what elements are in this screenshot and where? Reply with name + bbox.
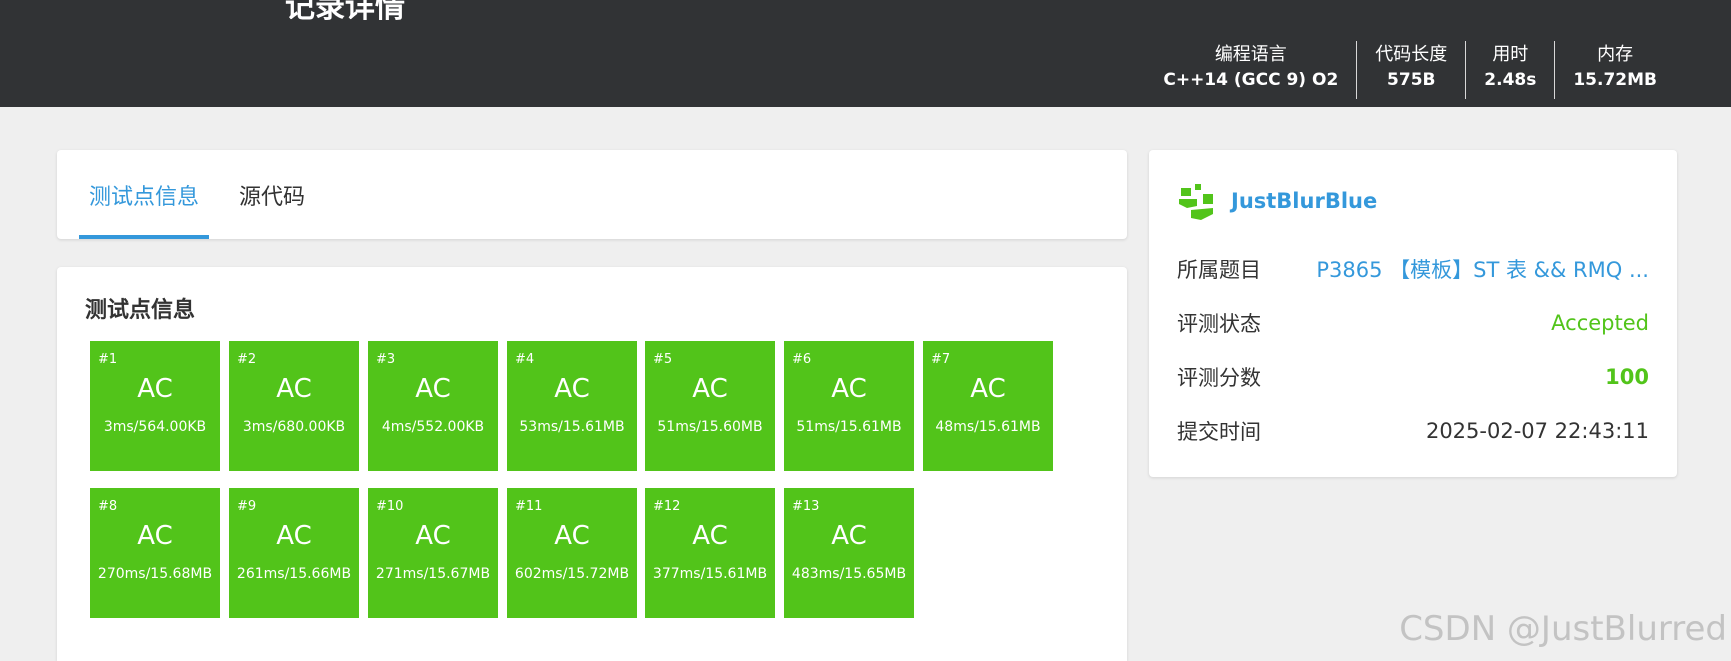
testcase-number: #1 bbox=[98, 352, 118, 367]
testcase-status: AC bbox=[692, 374, 728, 404]
testcase-status: AC bbox=[276, 374, 312, 404]
page-title: 记录详情 bbox=[285, 0, 405, 25]
info-label: 提交时间 bbox=[1177, 420, 1261, 444]
user-avatar-logo-icon[interactable] bbox=[1177, 180, 1219, 222]
testcase-time-memory: 377ms/15.61MB bbox=[652, 566, 768, 582]
testcases-card: 测试点信息 #1 AC 3ms/564.00KB #2 AC 3ms/680.0… bbox=[57, 267, 1127, 661]
testcase-time-memory: 261ms/15.66MB bbox=[236, 566, 352, 582]
info-label: 评测状态 bbox=[1177, 312, 1261, 336]
stat-language: 编程语言 C++14 (GCC 9) O2 bbox=[1145, 41, 1356, 99]
stat-label: 用时 bbox=[1492, 44, 1529, 65]
testcase-11[interactable]: #11 AC 602ms/15.72MB bbox=[507, 488, 637, 618]
stat-value: C++14 (GCC 9) O2 bbox=[1163, 70, 1339, 90]
watermark: CSDN @JustBlurred bbox=[1399, 609, 1727, 649]
testcase-status: AC bbox=[970, 374, 1006, 404]
testcase-number: #3 bbox=[376, 352, 396, 367]
stat-time: 用时 2.48s bbox=[1465, 41, 1554, 99]
record-info-card: JustBlurBlue 所属题目 P3865 【模板】ST 表 && RMQ … bbox=[1149, 150, 1677, 477]
testcase-status: AC bbox=[276, 521, 312, 551]
testcase-number: #2 bbox=[237, 352, 257, 367]
testcase-status: AC bbox=[692, 521, 728, 551]
testcase-6[interactable]: #6 AC 51ms/15.61MB bbox=[784, 341, 914, 471]
testcase-status: AC bbox=[831, 374, 867, 404]
testcase-number: #6 bbox=[792, 352, 812, 367]
record-stats: 编程语言 C++14 (GCC 9) O2 代码长度 575B 用时 2.48s… bbox=[1145, 41, 1675, 99]
testcase-13[interactable]: #13 AC 483ms/15.65MB bbox=[784, 488, 914, 618]
testcase-8[interactable]: #8 AC 270ms/15.68MB bbox=[90, 488, 220, 618]
info-row-submit-time: 提交时间 2025-02-07 22:43:11 bbox=[1177, 416, 1649, 446]
testcase-12[interactable]: #12 AC 377ms/15.61MB bbox=[645, 488, 775, 618]
tabs-card: 测试点信息 源代码 bbox=[57, 150, 1127, 239]
info-row-status: 评测状态 Accepted bbox=[1177, 308, 1649, 338]
testcase-number: #11 bbox=[515, 499, 543, 514]
status-value: Accepted bbox=[1551, 311, 1649, 335]
testcase-status: AC bbox=[415, 521, 451, 551]
testcase-7[interactable]: #7 AC 48ms/15.61MB bbox=[923, 341, 1053, 471]
testcase-time-memory: 271ms/15.67MB bbox=[375, 566, 491, 582]
testcase-status: AC bbox=[554, 521, 590, 551]
score-value: 100 bbox=[1605, 365, 1649, 389]
testcase-status: AC bbox=[137, 521, 173, 551]
stat-value: 2.48s bbox=[1484, 70, 1537, 90]
problem-link[interactable]: P3865 【模板】ST 表 && RMQ ... bbox=[1316, 254, 1649, 284]
stat-code-length: 代码长度 575B bbox=[1356, 41, 1465, 99]
testcase-number: #8 bbox=[98, 499, 118, 514]
testcase-number: #10 bbox=[376, 499, 404, 514]
testcase-status: AC bbox=[554, 374, 590, 404]
tab-testcases[interactable]: 测试点信息 bbox=[79, 150, 209, 239]
info-label: 所属题目 bbox=[1177, 258, 1261, 282]
stat-value: 15.72MB bbox=[1573, 70, 1657, 90]
testcase-time-memory: 53ms/15.61MB bbox=[519, 419, 625, 435]
testcase-1[interactable]: #1 AC 3ms/564.00KB bbox=[90, 341, 220, 471]
testcase-number: #9 bbox=[237, 499, 257, 514]
testcase-time-memory: 48ms/15.61MB bbox=[935, 419, 1041, 435]
testcase-5[interactable]: #5 AC 51ms/15.60MB bbox=[645, 341, 775, 471]
testcase-number: #7 bbox=[931, 352, 951, 367]
testcase-3[interactable]: #3 AC 4ms/552.00KB bbox=[368, 341, 498, 471]
user-row: JustBlurBlue bbox=[1177, 180, 1377, 222]
stat-value: 575B bbox=[1387, 70, 1436, 90]
testcase-time-memory: 51ms/15.60MB bbox=[657, 419, 763, 435]
testcase-time-memory: 3ms/680.00KB bbox=[242, 419, 346, 435]
tab-source-code[interactable]: 源代码 bbox=[222, 150, 322, 239]
info-row-score: 评测分数 100 bbox=[1177, 362, 1649, 392]
stat-label: 代码长度 bbox=[1375, 44, 1448, 65]
testcase-status: AC bbox=[415, 374, 451, 404]
testcase-number: #5 bbox=[653, 352, 673, 367]
testcase-2[interactable]: #2 AC 3ms/680.00KB bbox=[229, 341, 359, 471]
testcase-time-memory: 3ms/564.00KB bbox=[103, 419, 207, 435]
stat-label: 内存 bbox=[1597, 44, 1634, 65]
testcase-status: AC bbox=[831, 521, 867, 551]
testcase-status: AC bbox=[137, 374, 173, 404]
testcase-9[interactable]: #9 AC 261ms/15.66MB bbox=[229, 488, 359, 618]
header-bar: 记录详情 编程语言 C++14 (GCC 9) O2 代码长度 575B 用时 … bbox=[0, 0, 1731, 107]
testcase-10[interactable]: #10 AC 271ms/15.67MB bbox=[368, 488, 498, 618]
info-row-problem: 所属题目 P3865 【模板】ST 表 && RMQ ... bbox=[1177, 254, 1649, 284]
testcase-time-memory: 4ms/552.00KB bbox=[381, 419, 485, 435]
testcase-time-memory: 270ms/15.68MB bbox=[97, 566, 213, 582]
testcase-time-memory: 51ms/15.61MB bbox=[796, 419, 902, 435]
testcase-time-memory: 602ms/15.72MB bbox=[514, 566, 630, 582]
info-label: 评测分数 bbox=[1177, 366, 1261, 390]
testcase-number: #12 bbox=[653, 499, 681, 514]
testcase-time-memory: 483ms/15.65MB bbox=[791, 566, 907, 582]
user-name-link[interactable]: JustBlurBlue bbox=[1231, 189, 1377, 213]
section-title: 测试点信息 bbox=[85, 298, 196, 323]
testcase-number: #4 bbox=[515, 352, 535, 367]
stat-memory: 内存 15.72MB bbox=[1554, 41, 1675, 99]
testcase-4[interactable]: #4 AC 53ms/15.61MB bbox=[507, 341, 637, 471]
submit-time-value: 2025-02-07 22:43:11 bbox=[1425, 419, 1649, 443]
testcase-number: #13 bbox=[792, 499, 820, 514]
stat-label: 编程语言 bbox=[1214, 44, 1287, 65]
